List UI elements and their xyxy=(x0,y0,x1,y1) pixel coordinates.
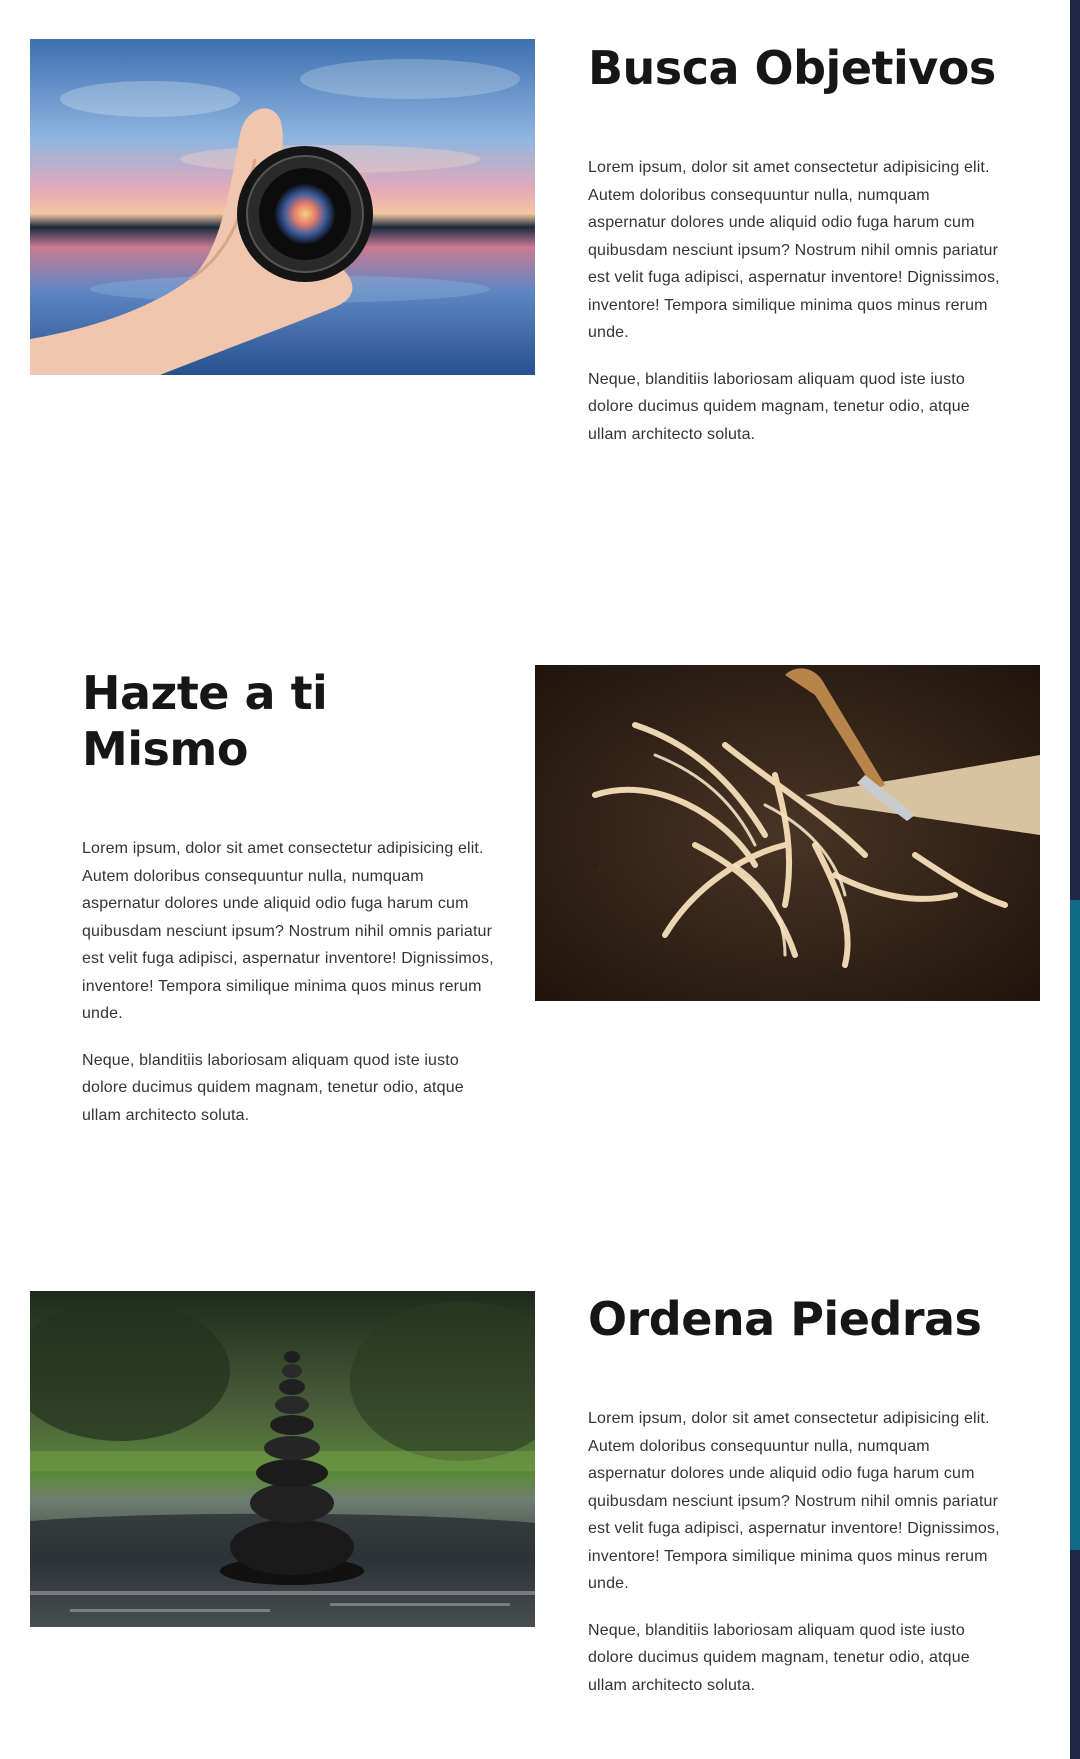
scrollbar-thumb[interactable] xyxy=(1070,900,1080,1550)
stacked-stones-photo xyxy=(30,1291,535,1627)
feature-title: Ordena Piedras xyxy=(588,1292,982,1346)
feature-title: Busca Objetivos xyxy=(588,41,996,95)
page-scrollbar[interactable] xyxy=(1070,0,1080,1759)
feature-text: Ordena Piedras Lorem ipsum, dolor sit am… xyxy=(588,1291,1008,1699)
lens-photo xyxy=(30,39,535,375)
feature-paragraph: Neque, blanditiis laboriosam aliquam quo… xyxy=(588,1621,970,1694)
wood-shavings-illustration xyxy=(535,665,1040,1001)
feature-title: Hazte a ti Mismo xyxy=(82,666,328,776)
feature-paragraph: Neque, blanditiis laboriosam aliquam quo… xyxy=(82,1051,464,1124)
feature-section-hazte-a-ti-mismo: Hazte a ti Mismo Lorem ipsum, dolor sit … xyxy=(0,625,1070,1124)
feature-section-ordena-piedras: Ordena Piedras Lorem ipsum, dolor sit am… xyxy=(0,1251,1070,1731)
lens-photo-illustration xyxy=(30,39,535,375)
feature-paragraph: Lorem ipsum, dolor sit amet consectetur … xyxy=(82,840,494,1022)
feature-text: Busca Objetivos Lorem ipsum, dolor sit a… xyxy=(588,40,1008,448)
feature-section-busca-objetivos: Busca Objetivos Lorem ipsum, dolor sit a… xyxy=(0,0,1070,480)
feature-paragraph: Neque, blanditiis laboriosam aliquam quo… xyxy=(588,370,970,443)
wood-shavings-photo xyxy=(535,665,1040,1001)
feature-paragraph: Lorem ipsum, dolor sit amet consectetur … xyxy=(588,1410,1000,1592)
stacked-stones-illustration xyxy=(30,1291,535,1627)
feature-paragraph: Lorem ipsum, dolor sit amet consectetur … xyxy=(588,159,1000,341)
feature-text: Hazte a ti Mismo Lorem ipsum, dolor sit … xyxy=(82,665,502,1129)
